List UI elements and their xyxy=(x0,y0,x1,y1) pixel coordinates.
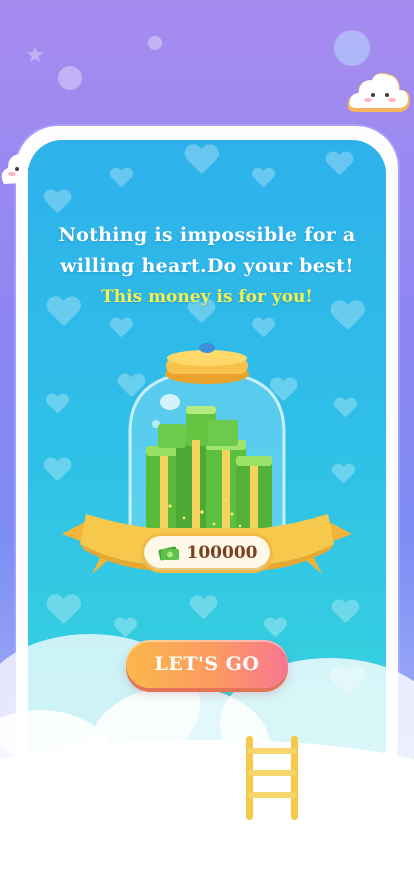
heart-decoration-icon xyxy=(326,152,352,176)
background-bubble xyxy=(334,30,370,66)
background-star-icon xyxy=(26,46,44,63)
heart-decoration-icon xyxy=(185,145,218,175)
motivational-message: Nothing is impossible for a willing hear… xyxy=(0,220,414,282)
cash-stack-icon xyxy=(158,546,179,561)
message-line-2: willing heart.Do your best! xyxy=(60,255,354,277)
heart-decoration-icon xyxy=(110,318,132,338)
cloud-mascot-icon xyxy=(347,72,410,112)
lets-go-button[interactable]: LET'S GO xyxy=(126,640,288,688)
background-bubble xyxy=(58,66,82,90)
reward-amount-value: 100000 xyxy=(186,543,258,563)
background-bubble xyxy=(148,36,162,50)
reward-amount-badge: 100000 xyxy=(144,536,270,570)
heart-decoration-icon xyxy=(252,168,274,188)
heart-decoration-icon xyxy=(252,318,274,338)
heart-decoration-icon xyxy=(110,168,132,188)
heart-decoration-icon xyxy=(190,596,216,620)
highlight-message: This money is for you! xyxy=(101,287,313,307)
heart-decoration-icon xyxy=(44,190,70,214)
message-line-1: Nothing is impossible for a xyxy=(58,224,356,246)
ladder-icon xyxy=(246,736,298,820)
